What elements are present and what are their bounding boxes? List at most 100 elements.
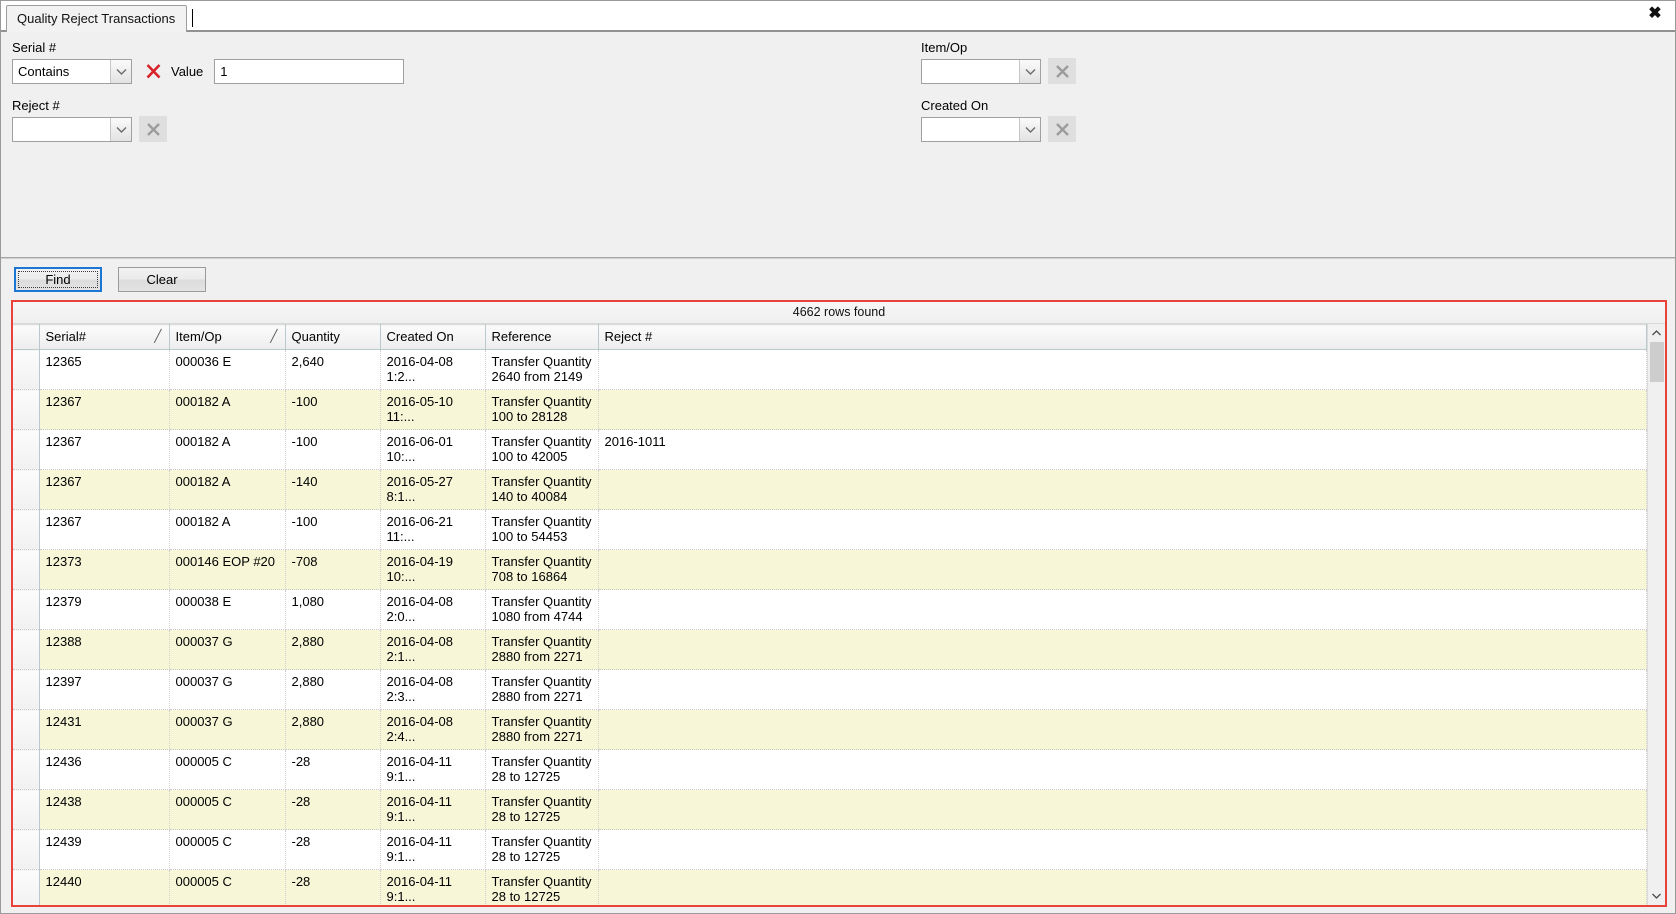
cell-reject [598,509,1647,550]
cell-created: 2016-05-10 11:... [380,389,486,430]
cell-reject [598,589,1647,630]
cell-itemop: 000182 A [169,509,286,550]
item-op-clear-button[interactable] [1048,58,1076,84]
cell-created: 2016-04-08 2:1... [380,629,486,670]
cell-serial: 12438 [39,789,170,830]
grey-x-icon [1055,64,1069,78]
cell-itemop: 000038 E [169,589,286,630]
row-selector-cell[interactable] [13,629,40,670]
cell-ref: Transfer Quantity 2880 from 2271 [485,629,599,670]
reject-clear-button[interactable] [139,116,167,142]
cell-serial: 12373 [39,549,170,590]
cell-serial: 12367 [39,429,170,470]
table-row[interactable]: 12436 000005 C -28 2016-04-11 9:1... Transfe… [13,749,1647,790]
table-row[interactable]: 12438 000005 C -28 2016-04-11 9:1... Transfe… [13,789,1647,830]
cell-itemop: 000005 C [169,869,286,905]
cell-itemop: 000036 E [169,349,286,390]
text-caret [192,8,194,27]
cell-ref: Transfer Quantity 28 to 12725 [485,829,599,870]
cell-created: 2016-04-11 9:1... [380,829,486,870]
table-row[interactable]: 12431 000037 G 2,880 2016-04-08 2:4... Trans… [13,709,1647,750]
cell-qty: -100 [285,509,381,550]
row-selector-cell[interactable] [13,669,40,710]
header-row: Serial# ╱ Item/Op ╱ Quantity Created On … [13,324,1647,350]
row-selector-cell[interactable] [13,749,40,790]
cell-reject [598,549,1647,590]
column-header-quantity[interactable]: Quantity [285,324,381,350]
criteria-reject: Reject # [12,98,167,142]
table-row[interactable]: 12373 000146 EOP #20 -708 2016-04-19 10:...… [13,549,1647,590]
vertical-scrollbar[interactable] [1647,324,1665,905]
item-op-label: Item/Op [921,40,968,55]
table-row[interactable]: 12367 000182 A -100 2016-05-10 11:... Transf… [13,389,1647,430]
cell-itemop: 000182 A [169,389,286,430]
column-header-reject-label: Reject # [604,329,653,344]
row-selector-cell[interactable] [13,869,40,905]
cell-created: 2016-04-19 10:... [380,549,486,590]
clear-button[interactable]: Clear [118,267,206,292]
table-row[interactable]: 12439 000005 C -28 2016-04-11 9:1... Transfe… [13,829,1647,870]
cell-serial: 12367 [39,469,170,510]
table-row[interactable]: 12367 000182 A -100 2016-06-01 10:... Transf… [13,429,1647,470]
cell-serial: 12439 [39,829,170,870]
reject-operator-select[interactable] [12,116,132,142]
serial-value-input[interactable] [214,58,405,84]
cell-ref: Transfer Quantity 100 to 54453 [485,509,599,550]
cell-reject [598,709,1647,750]
cell-ref: Transfer Quantity 2880 from 2271 [485,669,599,710]
row-selector-cell[interactable] [13,429,40,470]
cell-qty: 2,880 [285,629,381,670]
created-on-clear-button[interactable] [1048,116,1076,142]
row-selector-cell[interactable] [13,469,40,510]
serial-operator-select[interactable]: Contains [12,58,132,84]
results-grid-container: Serial# ╱ Item/Op ╱ Quantity Created On … [13,324,1665,905]
cell-qty: -100 [285,429,381,470]
row-selector-cell[interactable] [13,349,40,390]
column-header-itemop[interactable]: Item/Op ╱ [169,324,286,350]
scrollbar-track[interactable] [1647,342,1665,887]
scrollbar-thumb[interactable] [1649,342,1664,382]
row-selector-cell[interactable] [13,549,40,590]
cell-reject [598,349,1647,390]
cell-reject [598,469,1647,510]
row-selector-cell[interactable] [13,509,40,550]
row-selector-cell[interactable] [13,829,40,870]
table-row[interactable]: 12440 000005 C -28 2016-04-11 9:1... Transfe… [13,869,1647,905]
cell-reject [598,829,1647,870]
table-row[interactable]: 12367 000182 A -140 2016-05-27 8:1... Transf… [13,469,1647,510]
column-header-reference-label: Reference [491,329,552,344]
column-header-created-on[interactable]: Created On [380,324,486,350]
find-button[interactable]: Find [14,267,102,292]
column-header-reject[interactable]: Reject # [598,324,1647,350]
cell-itemop: 000182 A [169,469,286,510]
cell-qty: 2,880 [285,669,381,710]
tab-label: Quality Reject Transactions [17,11,176,26]
cell-created: 2016-04-08 2:0... [380,589,486,630]
item-op-select[interactable] [921,58,1041,84]
table-row[interactable]: 12367 000182 A -100 2016-06-21 11:... Transf… [13,509,1647,550]
rows-found-label: 4662 rows found [13,302,1665,324]
created-on-select[interactable] [921,116,1041,142]
serial-clear-button[interactable] [139,58,167,84]
criteria-serial: Serial # Contains Value [12,40,405,84]
results-panel: 4662 rows found Serial# ╱ Item/Op ╱ Quan… [11,300,1667,907]
row-selector-cell[interactable] [13,709,40,750]
cell-ref: Transfer Quantity 100 to 42005 [485,429,599,470]
scroll-up-arrow-icon[interactable] [1647,324,1665,342]
column-header-reference[interactable]: Reference [485,324,599,350]
row-selector-cell[interactable] [13,589,40,630]
table-row[interactable]: 12365 000036 E 2,640 2016-04-08 1:2... Trans… [13,349,1647,390]
table-row[interactable]: 12388 000037 G 2,880 2016-04-08 2:1... Trans… [13,629,1647,670]
tab-quality-reject-transactions[interactable]: Quality Reject Transactions [6,5,188,32]
cell-qty: 2,880 [285,709,381,750]
cell-ref: Transfer Quantity 100 to 28128 [485,389,599,430]
cell-reject [598,749,1647,790]
scroll-down-arrow-icon[interactable] [1647,887,1665,905]
row-selector-cell[interactable] [13,389,40,430]
table-row[interactable]: 12397 000037 G 2,880 2016-04-08 2:3... Trans… [13,669,1647,710]
table-row[interactable]: 12379 000038 E 1,080 2016-04-08 2:0... Trans… [13,589,1647,630]
column-header-serial[interactable]: Serial# ╱ [39,324,170,350]
cell-qty: -100 [285,389,381,430]
close-icon[interactable]: ✖ [1645,4,1665,24]
row-selector-cell[interactable] [13,789,40,830]
